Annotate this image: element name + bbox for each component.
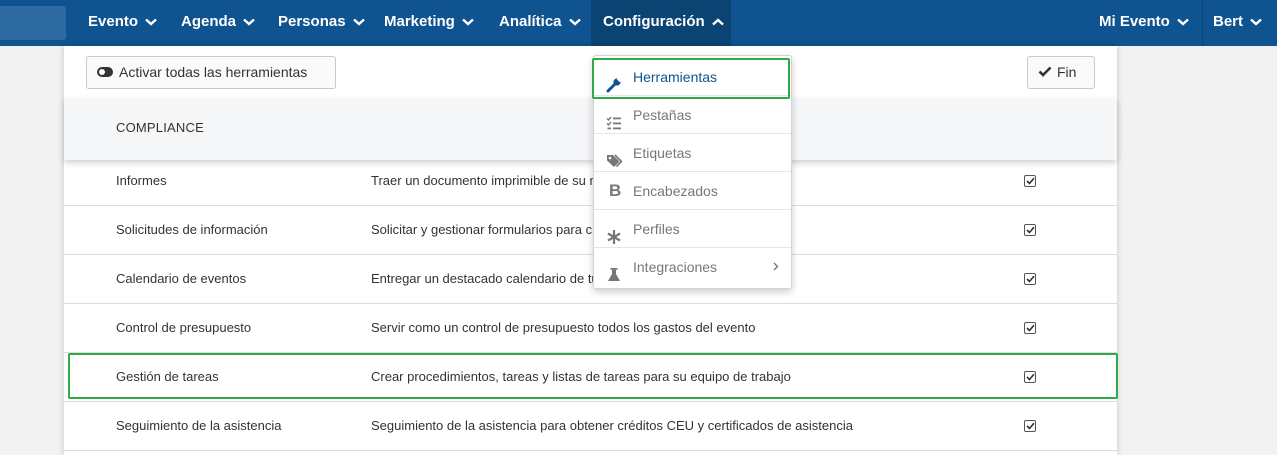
chevron-up-icon bbox=[711, 0, 724, 44]
chevron-down-icon bbox=[1177, 0, 1189, 44]
tool-description: Traer un documento imprimible de su r bbox=[371, 173, 594, 188]
fin-label: Fin bbox=[1057, 64, 1077, 80]
tool-enabled-checkbox[interactable] bbox=[1024, 371, 1036, 383]
nav-evento-label: Evento bbox=[88, 13, 139, 30]
nav-marketing-label: Marketing bbox=[384, 13, 455, 30]
menu-item-label: Herramientas bbox=[633, 69, 718, 85]
chevron-down-icon bbox=[243, 0, 255, 44]
tool-enabled-checkbox[interactable] bbox=[1024, 224, 1036, 236]
nav-agenda[interactable]: Agenda bbox=[169, 0, 267, 46]
section-title: COMPLIANCE bbox=[116, 120, 204, 135]
nav-mi-evento-label: Mi Evento bbox=[1099, 13, 1170, 30]
menu-item-encabezados[interactable]: B Encabezados bbox=[594, 172, 791, 210]
menu-item-perfiles[interactable]: Perfiles bbox=[594, 210, 791, 248]
tags-icon bbox=[606, 145, 623, 168]
chevron-down-icon bbox=[1250, 0, 1262, 44]
tool-description: Solicitar y gestionar formularios para c… bbox=[371, 222, 629, 237]
chevron-down-icon bbox=[352, 0, 365, 44]
flask-icon bbox=[606, 259, 622, 281]
nav-user-label: Bert bbox=[1213, 13, 1244, 30]
tool-name: Calendario de eventos bbox=[116, 271, 247, 286]
bold-icon: B bbox=[609, 181, 622, 200]
menu-item-label: Etiquetas bbox=[633, 145, 692, 161]
asterisk-icon bbox=[606, 221, 622, 244]
menu-item-label: Integraciones bbox=[633, 259, 718, 275]
table-row: Gestión de tareas Crear procedimientos, … bbox=[64, 353, 1117, 402]
table-row: Solicitudes de información Solicitar y g… bbox=[64, 206, 1117, 255]
list-check-icon bbox=[606, 107, 622, 130]
tool-enabled-checkbox[interactable] bbox=[1024, 175, 1036, 187]
tools-panel: Activar todas las herramientas Fin COMPL… bbox=[64, 46, 1117, 455]
nav-marketing[interactable]: Marketing bbox=[372, 0, 486, 46]
table-row: Control de presupuesto Servir como un co… bbox=[64, 304, 1117, 353]
toggle-icon bbox=[97, 67, 113, 78]
nav-analitica[interactable]: Analítica bbox=[487, 0, 593, 46]
nav-configuracion-label: Configuración bbox=[603, 13, 705, 30]
menu-item-label: Perfiles bbox=[633, 221, 680, 237]
tool-enabled-checkbox[interactable] bbox=[1024, 322, 1036, 334]
nav-analitica-label: Analítica bbox=[499, 13, 562, 30]
wrench-icon bbox=[606, 69, 622, 93]
chevron-down-icon bbox=[462, 0, 474, 44]
nav-evento[interactable]: Evento bbox=[76, 0, 169, 46]
nav-personas[interactable]: Personas bbox=[266, 0, 377, 46]
chevron-right-icon bbox=[773, 248, 779, 286]
menu-item-label: Encabezados bbox=[633, 183, 718, 199]
nav-user-menu[interactable]: Bert bbox=[1201, 0, 1274, 46]
nav-mi-evento[interactable]: Mi Evento bbox=[1087, 0, 1201, 46]
menu-item-label: Pestañas bbox=[633, 107, 692, 123]
activate-all-label: Activar todas las herramientas bbox=[119, 64, 308, 80]
table-row: Informes Traer un documento imprimible d… bbox=[64, 157, 1117, 206]
tool-name: Seguimiento de la asistencia bbox=[116, 418, 282, 433]
configuracion-dropdown: Herramientas Pestañas Etiquetas B Encabe… bbox=[593, 55, 792, 289]
activate-all-tools-button[interactable]: Activar todas las herramientas bbox=[86, 56, 336, 89]
tool-name: Control de presupuesto bbox=[116, 320, 252, 335]
tool-description: Crear procedimientos, tareas y listas de… bbox=[371, 369, 791, 384]
nav-agenda-label: Agenda bbox=[181, 13, 237, 30]
menu-item-integraciones[interactable]: Integraciones bbox=[594, 248, 791, 286]
menu-item-herramientas[interactable]: Herramientas bbox=[594, 58, 791, 96]
menu-item-etiquetas[interactable]: Etiquetas bbox=[594, 134, 791, 172]
tool-name: Gestión de tareas bbox=[116, 369, 219, 384]
fin-button[interactable]: Fin bbox=[1027, 56, 1095, 89]
tool-enabled-checkbox[interactable] bbox=[1024, 273, 1036, 285]
tool-description: Seguimiento de la asistencia para obtene… bbox=[371, 418, 853, 433]
nav-search-box[interactable] bbox=[0, 6, 66, 40]
tool-name: Solicitudes de información bbox=[116, 222, 268, 237]
chevron-down-icon bbox=[568, 0, 581, 44]
nav-configuracion[interactable]: Configuración bbox=[591, 0, 731, 46]
table-row: Calendario de eventos Entregar un destac… bbox=[64, 255, 1117, 304]
section-header: COMPLIANCE bbox=[64, 98, 1117, 160]
tool-description: Servir como un control de presupuesto to… bbox=[371, 320, 756, 335]
nav-personas-label: Personas bbox=[278, 13, 346, 30]
table-row: Seguimiento de la asistencia Seguimiento… bbox=[64, 402, 1117, 451]
chevron-down-icon bbox=[145, 0, 157, 44]
tool-enabled-checkbox[interactable] bbox=[1024, 420, 1036, 432]
tool-name: Informes bbox=[116, 173, 167, 188]
menu-item-pestanas[interactable]: Pestañas bbox=[594, 96, 791, 134]
check-icon bbox=[1038, 57, 1052, 88]
top-navbar: Evento Agenda Personas Marketing Analíti… bbox=[0, 0, 1277, 46]
